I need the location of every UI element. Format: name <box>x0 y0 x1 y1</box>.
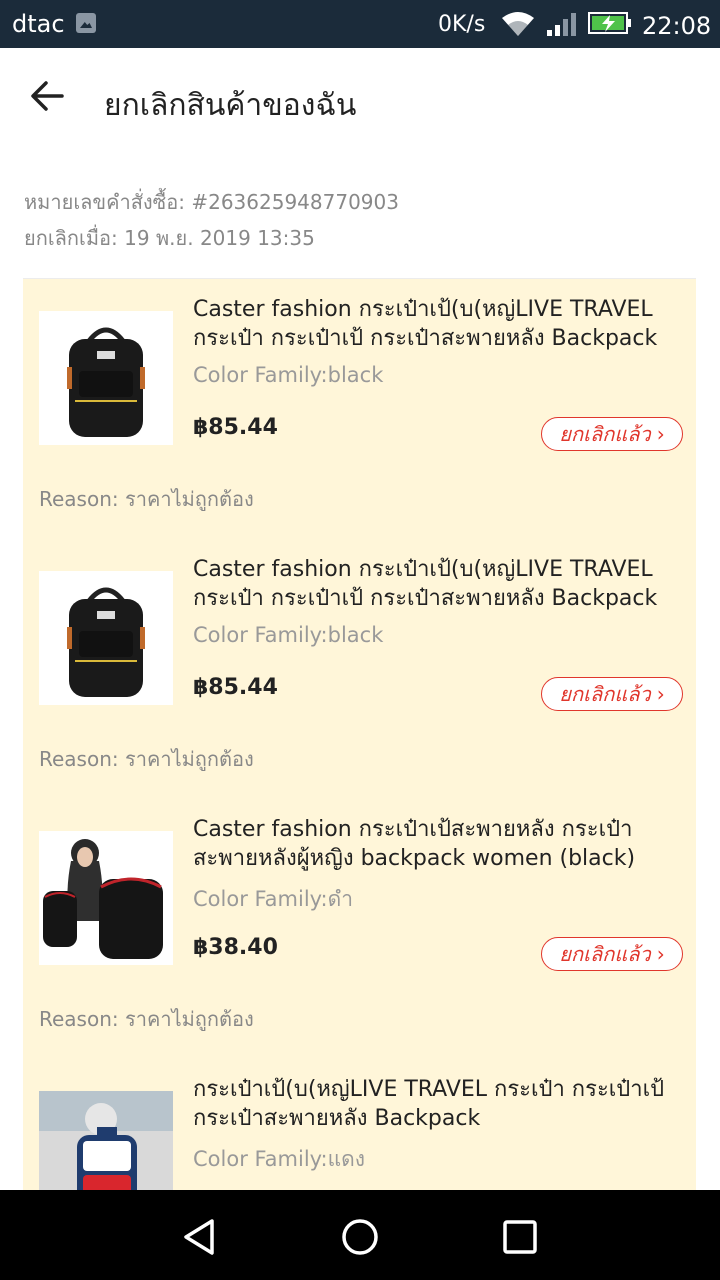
list-item[interactable]: Caster fashion กระเป๋าเป้(บ(หญ่LIVE TRAV… <box>23 279 696 539</box>
order-number: หมายเลขคำสั่งซื้อ: #263625948770903 <box>24 190 399 214</box>
carrier-label: dtac <box>12 10 65 38</box>
status-label: ยกเลิกแล้ว <box>559 422 651 446</box>
cancel-reason: Reason: ราคาไม่ถูกต้อง <box>39 487 254 511</box>
product-image[interactable] <box>39 571 173 705</box>
network-speed: 0K/s <box>438 12 486 37</box>
back-triangle-icon[interactable] <box>180 1217 220 1257</box>
list-item[interactable]: กระเป๋าเป้(บ(หญ่LIVE TRAVEL กระเป๋า กระเ… <box>23 1059 696 1191</box>
product-price: ฿38.40 <box>193 935 278 960</box>
product-name[interactable]: Caster fashion กระเป๋าเป้(บ(หญ่LIVE TRAV… <box>193 295 683 353</box>
black-backpack-image <box>39 571 173 705</box>
cancelled-status-button[interactable]: ยกเลิกแล้ว › <box>541 417 683 451</box>
system-nav-bar <box>0 1190 720 1280</box>
cancel-reason: Reason: ราคาไม่ถูกต้อง <box>39 1007 254 1031</box>
status-bar: dtac 0K/s 22:08 <box>0 0 720 48</box>
chevron-right-icon: › <box>656 682 665 706</box>
app-header: ยกเลิกสินค้าของฉัน <box>0 48 720 148</box>
red-backpack-image <box>39 1091 173 1191</box>
product-price: ฿85.44 <box>193 675 278 700</box>
product-image[interactable] <box>39 311 173 445</box>
home-circle-icon[interactable] <box>340 1217 380 1257</box>
woman-with-backpack-image <box>39 831 173 965</box>
cancelled-status-button[interactable]: ยกเลิกแล้ว › <box>541 937 683 971</box>
product-image[interactable] <box>39 831 173 965</box>
product-variant: Color Family:แดง <box>193 1147 366 1171</box>
product-image[interactable] <box>39 1091 173 1191</box>
status-label: ยกเลิกแล้ว <box>559 942 651 966</box>
battery-charging-icon <box>588 12 631 34</box>
product-name[interactable]: กระเป๋าเป้(บ(หญ่LIVE TRAVEL กระเป๋า กระเ… <box>193 1075 683 1133</box>
cancel-date: ยกเลิกเมื่อ: 19 พ.ย. 2019 13:35 <box>24 226 315 250</box>
chevron-right-icon: › <box>656 942 665 966</box>
recents-square-icon[interactable] <box>500 1217 540 1257</box>
arrow-left-icon[interactable] <box>28 78 68 114</box>
list-item[interactable]: Caster fashion กระเป๋าเป้สะพายหลัง กระเป… <box>23 799 696 1059</box>
product-name[interactable]: Caster fashion กระเป๋าเป้(บ(หญ่LIVE TRAV… <box>193 555 683 613</box>
gallery-icon <box>76 13 96 33</box>
cancelled-items-list: Caster fashion กระเป๋าเป้(บ(หญ่LIVE TRAV… <box>23 278 696 1191</box>
product-variant: Color Family:ดำ <box>193 887 354 911</box>
product-price: ฿85.44 <box>193 415 278 440</box>
product-name[interactable]: Caster fashion กระเป๋าเป้สะพายหลัง กระเป… <box>193 815 683 873</box>
wifi-icon <box>502 12 534 36</box>
product-variant: Color Family:black <box>193 363 384 387</box>
order-meta: หมายเลขคำสั่งซื้อ: #263625948770903 ยกเล… <box>24 184 399 256</box>
cancel-reason: Reason: ราคาไม่ถูกต้อง <box>39 747 254 771</box>
page-title: ยกเลิกสินค้าของฉัน <box>104 88 357 123</box>
list-item[interactable]: Caster fashion กระเป๋าเป้(บ(หญ่LIVE TRAV… <box>23 539 696 799</box>
signal-icon <box>547 13 576 36</box>
clock: 22:08 <box>642 12 712 40</box>
product-variant: Color Family:black <box>193 623 384 647</box>
black-backpack-image <box>39 311 173 445</box>
status-label: ยกเลิกแล้ว <box>559 682 651 706</box>
chevron-right-icon: › <box>656 422 665 446</box>
cancelled-status-button[interactable]: ยกเลิกแล้ว › <box>541 677 683 711</box>
